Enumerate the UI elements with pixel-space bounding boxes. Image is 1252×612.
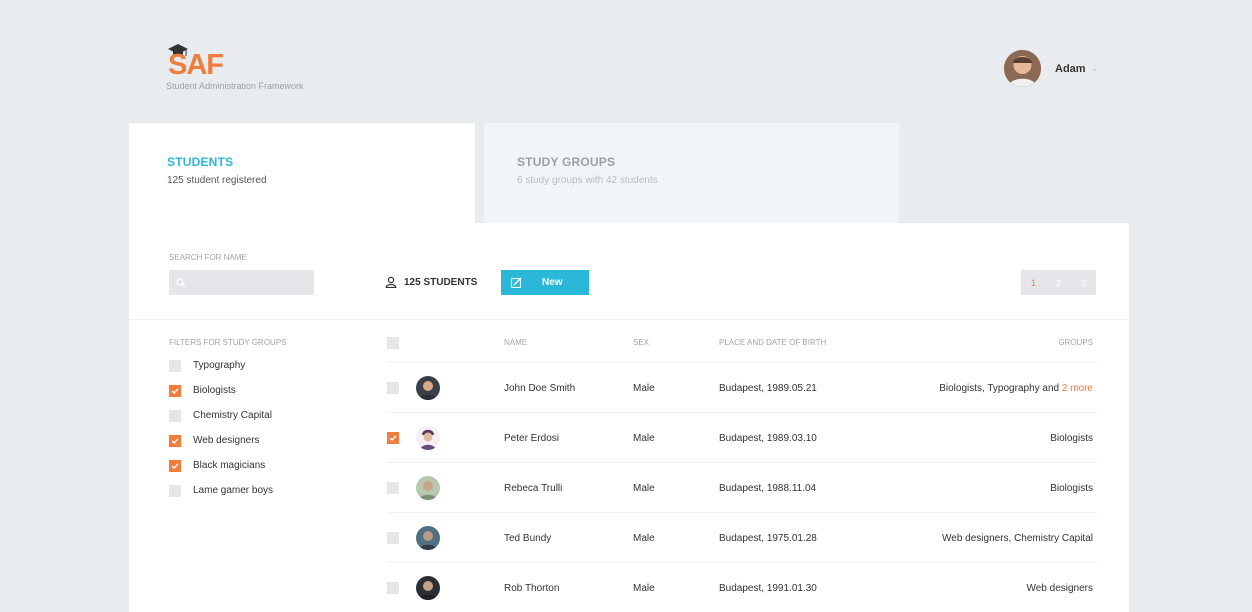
- cell-groups: Web designers, Chemistry Capital: [942, 533, 1093, 544]
- row-checkbox[interactable]: [387, 482, 399, 494]
- table-row[interactable]: Rebeca Trulli Male Budapest, 1988.11.04 …: [387, 463, 1097, 513]
- cell-groups: Biologists: [1050, 433, 1093, 444]
- cell-name: Peter Erdosi: [504, 433, 560, 444]
- cell-name: John Doe Smith: [504, 383, 576, 394]
- student-count: 125 STUDENTS: [385, 276, 477, 288]
- filter-label: Black magicians: [193, 460, 266, 471]
- groups-text: Web designers: [1026, 583, 1093, 594]
- tab-subtitle: 6 study groups with 42 students: [517, 175, 658, 186]
- cell-place: Budapest, 1975.01.28: [719, 533, 817, 544]
- row-checkbox[interactable]: [387, 382, 399, 394]
- cell-place: Budapest, 1989.05.21: [719, 383, 817, 394]
- cell-sex: Male: [633, 433, 655, 444]
- check-icon: [389, 435, 397, 441]
- filter-label: Typography: [193, 360, 246, 371]
- page-button-3[interactable]: 3: [1071, 270, 1096, 295]
- row-checkbox[interactable]: [387, 532, 399, 544]
- column-header-name[interactable]: NAME: [504, 338, 527, 347]
- checkbox[interactable]: [169, 409, 181, 422]
- column-header-place[interactable]: PLACE AND DATE OF BIRTH: [719, 338, 826, 347]
- check-icon: [171, 387, 179, 394]
- filter-item-chemistry-capital[interactable]: Chemistry Capital: [169, 403, 273, 428]
- pagination: 1 2 3: [1021, 270, 1096, 295]
- cell-groups: Biologists, Typography and 2 more: [939, 383, 1093, 394]
- cell-place: Budapest, 1988.11.04: [719, 483, 817, 494]
- cell-sex: Male: [633, 483, 655, 494]
- filter-item-web-designers[interactable]: Web designers: [169, 428, 273, 453]
- chevron-down-icon[interactable]: ⌄: [1091, 63, 1099, 74]
- avatar: [416, 376, 440, 400]
- row-checkbox[interactable]: [387, 582, 399, 594]
- checkbox[interactable]: [169, 384, 181, 397]
- page-button-2[interactable]: 2: [1046, 270, 1071, 295]
- tab-title: STUDY GROUPS: [517, 155, 616, 169]
- cell-name: Rebeca Trulli: [504, 483, 563, 494]
- table-row[interactable]: Rob Thorton Male Budapest, 1991.01.30 We…: [387, 563, 1097, 612]
- user-icon: [385, 276, 397, 288]
- groups-text: Biologists: [1050, 433, 1093, 444]
- avatar[interactable]: [1004, 50, 1041, 87]
- checkbox[interactable]: [169, 359, 181, 372]
- cell-sex: Male: [633, 383, 655, 394]
- checkbox[interactable]: [169, 434, 181, 447]
- cell-sex: Male: [633, 583, 655, 594]
- check-icon: [171, 462, 179, 469]
- cell-name: Ted Bundy: [504, 533, 552, 544]
- column-header-groups[interactable]: GROUPS: [1058, 338, 1093, 347]
- cell-groups: Web designers: [1026, 583, 1093, 594]
- filters-label: FILTERS FOR STUDY GROUPS: [169, 338, 287, 347]
- tab-study-groups[interactable]: STUDY GROUPS 6 study groups with 42 stud…: [484, 123, 899, 223]
- filter-list: Typography Biologists Chemistry Capital …: [169, 353, 273, 503]
- tab-students[interactable]: STUDENTS 125 student registered: [129, 123, 475, 235]
- table-row[interactable]: Ted Bundy Male Budapest, 1975.01.28 Web …: [387, 513, 1097, 563]
- filter-label: Biologists: [193, 385, 236, 396]
- table-header: NAME SEX PLACE AND DATE OF BIRTH GROUPS: [387, 333, 1097, 363]
- page-button-1[interactable]: 1: [1021, 270, 1046, 295]
- check-icon: [171, 437, 179, 444]
- cell-name: Rob Thorton: [504, 583, 560, 594]
- groups-text: Web designers, Chemistry Capital: [942, 533, 1093, 544]
- cell-place: Budapest, 1989.03.10: [719, 433, 817, 444]
- table-row[interactable]: John Doe Smith Male Budapest, 1989.05.21…: [387, 363, 1097, 413]
- logo-subtitle: Student Administration Framework: [166, 81, 304, 91]
- new-student-button[interactable]: New: [501, 270, 589, 295]
- filter-label: Web designers: [193, 435, 260, 446]
- avatar: [416, 526, 440, 550]
- cell-groups: Biologists: [1050, 483, 1093, 494]
- column-header-sex[interactable]: SEX: [633, 338, 649, 347]
- filter-item-lame-gamer-boys[interactable]: Lame gamer boys: [169, 478, 273, 503]
- avatar: [416, 476, 440, 500]
- logo-text: SAF: [168, 49, 224, 81]
- cell-sex: Male: [633, 533, 655, 544]
- table-row[interactable]: Peter Erdosi Male Budapest, 1989.03.10 B…: [387, 413, 1097, 463]
- new-button-label: New: [542, 277, 563, 288]
- row-checkbox[interactable]: [387, 432, 399, 444]
- more-groups-link[interactable]: 2 more: [1062, 383, 1093, 394]
- main-panel: SEARCH FOR NAME 125 STUDENTS New 1 2 3 F…: [129, 223, 1129, 612]
- tab-title: STUDENTS: [167, 155, 234, 169]
- toolbar-divider: [129, 319, 1129, 320]
- filter-item-biologists[interactable]: Biologists: [169, 378, 273, 403]
- checkbox[interactable]: [169, 459, 181, 472]
- checkbox[interactable]: [169, 484, 181, 497]
- search-input[interactable]: [169, 270, 314, 295]
- search-label: SEARCH FOR NAME: [169, 253, 247, 262]
- tab-subtitle: 125 student registered: [167, 175, 267, 186]
- cell-place: Budapest, 1991.01.30: [719, 583, 817, 594]
- groups-text: Biologists: [1050, 483, 1093, 494]
- avatar: [416, 426, 440, 450]
- search-icon: [176, 278, 186, 288]
- avatar: [416, 576, 440, 600]
- student-count-label: 125 STUDENTS: [404, 276, 478, 288]
- filter-label: Chemistry Capital: [193, 410, 272, 421]
- select-all-checkbox[interactable]: [387, 337, 399, 349]
- user-menu[interactable]: Adam ⌄: [1004, 50, 1098, 87]
- groups-text: Biologists, Typography and: [939, 383, 1062, 394]
- filter-item-typography[interactable]: Typography: [169, 353, 273, 378]
- filter-item-black-magicians[interactable]: Black magicians: [169, 453, 273, 478]
- user-name[interactable]: Adam: [1055, 63, 1086, 75]
- edit-icon: [511, 277, 522, 288]
- filter-label: Lame gamer boys: [193, 485, 274, 496]
